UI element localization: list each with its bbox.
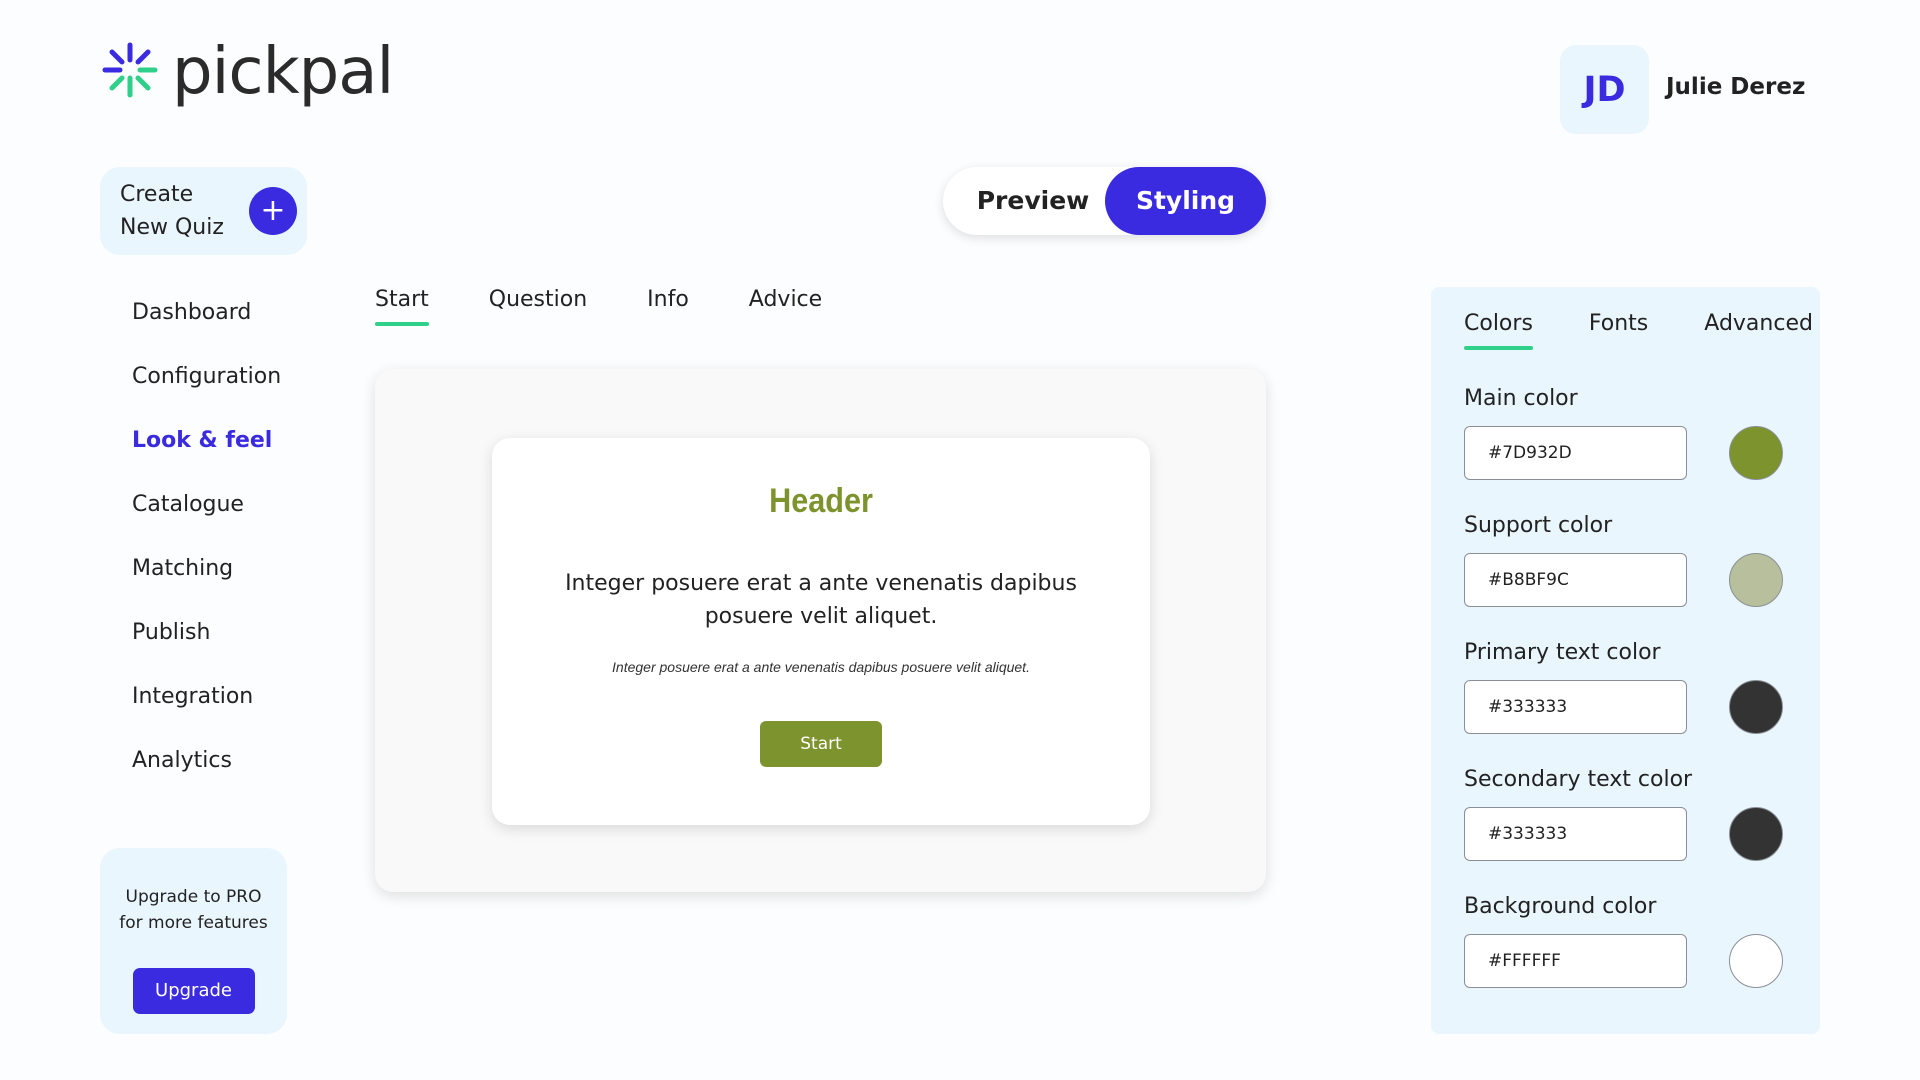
secondary-text-color-input[interactable]: [1464, 807, 1687, 861]
quiz-start-button[interactable]: Start: [760, 721, 882, 767]
tab-colors[interactable]: Colors: [1464, 311, 1533, 350]
quiz-secondary-text: Integer posuere erat a ante venenatis da…: [612, 659, 1030, 675]
main-color-swatch[interactable]: [1729, 426, 1783, 480]
tab-advice[interactable]: Advice: [749, 287, 822, 326]
main-color-input[interactable]: [1464, 426, 1687, 480]
primary-text-color-row: Primary text color: [1464, 640, 1794, 734]
styling-panel-tabs: Colors Fonts Advanced: [1464, 311, 1813, 350]
create-new-quiz-card[interactable]: Create New Quiz +: [100, 167, 307, 255]
sparkle-logo-icon: [100, 40, 160, 104]
sidebar-item-publish[interactable]: Publish: [132, 612, 281, 676]
upgrade-card: Upgrade to PRO for more features Upgrade: [100, 848, 287, 1034]
primary-text-color-input[interactable]: [1464, 680, 1687, 734]
view-toggle: Preview Styling: [943, 167, 1266, 235]
sidebar-item-matching[interactable]: Matching: [132, 548, 281, 612]
support-color-swatch[interactable]: [1729, 553, 1783, 607]
create-new-quiz-label: Create New Quiz: [120, 182, 224, 240]
tab-start[interactable]: Start: [375, 287, 429, 326]
upgrade-text: Upgrade to PRO for more features: [119, 887, 268, 933]
styling-panel: Colors Fonts Advanced Main color Support…: [1431, 287, 1820, 1034]
sidebar-item-analytics[interactable]: Analytics: [132, 740, 281, 804]
support-color-label: Support color: [1464, 513, 1613, 538]
main-color-row: Main color: [1464, 386, 1794, 480]
tab-advanced[interactable]: Advanced: [1704, 311, 1813, 350]
quiz-preview-area: Header Integer posuere erat a ante venen…: [375, 369, 1266, 892]
background-color-label: Background color: [1464, 894, 1657, 919]
plus-icon: +: [260, 193, 286, 228]
support-color-row: Support color: [1464, 513, 1794, 607]
quiz-preview-card: Header Integer posuere erat a ante venen…: [492, 438, 1150, 825]
secondary-text-color-swatch[interactable]: [1729, 807, 1783, 861]
brand-name: pickpal: [172, 35, 394, 109]
content-tabs: Start Question Info Advice: [375, 287, 882, 326]
primary-text-color-swatch[interactable]: [1729, 680, 1783, 734]
styling-toggle-button[interactable]: Styling: [1105, 167, 1266, 235]
sidebar-item-look-and-feel[interactable]: Look & feel: [132, 420, 281, 484]
support-color-input[interactable]: [1464, 553, 1687, 607]
secondary-text-color-row: Secondary text color: [1464, 767, 1794, 861]
brand-logo[interactable]: pickpal: [100, 35, 394, 109]
sidebar-item-catalogue[interactable]: Catalogue: [132, 484, 281, 548]
quiz-body-text: Integer posuere erat a ante venenatis da…: [565, 571, 1077, 629]
sidebar-item-configuration[interactable]: Configuration: [132, 356, 281, 420]
quiz-header: Header: [769, 482, 873, 520]
create-quiz-plus-button[interactable]: +: [249, 187, 297, 235]
preview-toggle-button[interactable]: Preview: [943, 167, 1123, 235]
primary-text-color-label: Primary text color: [1464, 640, 1661, 665]
tab-info[interactable]: Info: [647, 287, 689, 326]
upgrade-button[interactable]: Upgrade: [132, 968, 255, 1014]
background-color-input[interactable]: [1464, 934, 1687, 988]
user-name[interactable]: Julie Derez: [1666, 74, 1805, 100]
sidebar-nav: Dashboard Configuration Look & feel Cata…: [132, 292, 281, 804]
secondary-text-color-label: Secondary text color: [1464, 767, 1693, 792]
tab-question[interactable]: Question: [489, 287, 587, 326]
tab-fonts[interactable]: Fonts: [1589, 311, 1648, 350]
background-color-swatch[interactable]: [1729, 934, 1783, 988]
background-color-row: Background color: [1464, 894, 1794, 988]
sidebar-item-integration[interactable]: Integration: [132, 676, 281, 740]
avatar[interactable]: JD: [1560, 45, 1649, 134]
main-color-label: Main color: [1464, 386, 1578, 411]
sidebar-item-dashboard[interactable]: Dashboard: [132, 292, 281, 356]
